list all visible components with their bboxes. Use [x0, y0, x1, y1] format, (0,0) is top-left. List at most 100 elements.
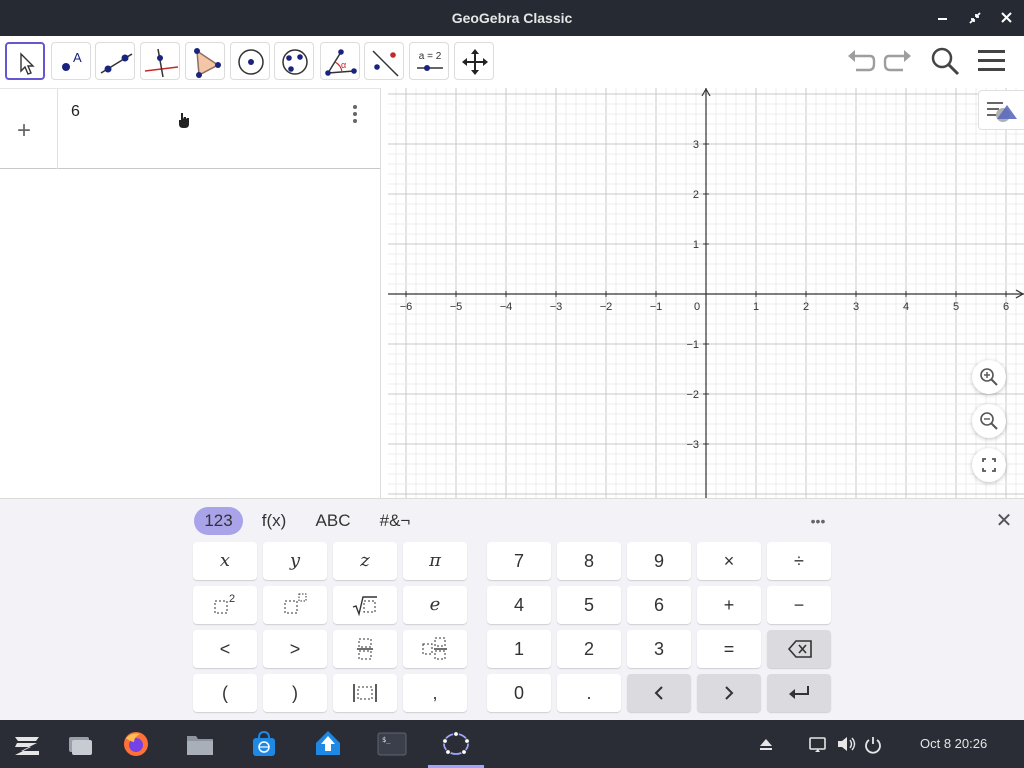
- update-icon[interactable]: [312, 728, 344, 760]
- key-1[interactable]: 1: [487, 630, 551, 668]
- svg-text:a = 2: a = 2: [419, 51, 442, 62]
- tab-123[interactable]: 123: [194, 507, 243, 535]
- key-squared[interactable]: 2: [193, 586, 257, 624]
- key-comma[interactable]: ,: [403, 674, 467, 712]
- y-tick-label: −1: [686, 339, 699, 351]
- key-power[interactable]: [263, 586, 327, 624]
- ellipse-tool[interactable]: [274, 42, 314, 80]
- close-keyboard-icon[interactable]: ✕: [990, 507, 1018, 535]
- software-store-icon[interactable]: [248, 728, 280, 760]
- perpendicular-line-tool[interactable]: [140, 42, 180, 80]
- key-multiply[interactable]: ×: [697, 542, 761, 580]
- firefox-icon[interactable]: [120, 728, 152, 760]
- minimize-icon[interactable]: [933, 8, 953, 28]
- key-pi[interactable]: π: [403, 542, 467, 580]
- tab-abc[interactable]: ABC: [308, 507, 358, 535]
- zorin-menu-icon[interactable]: [11, 728, 43, 760]
- key-abs[interactable]: [333, 674, 397, 712]
- key-close-paren[interactable]: ): [263, 674, 327, 712]
- algebra-input-row[interactable]: + 6: [0, 89, 380, 169]
- geogebra-icon[interactable]: [440, 728, 472, 760]
- fullscreen-icon[interactable]: [972, 448, 1006, 482]
- svg-text:A: A: [73, 50, 82, 65]
- undo-icon[interactable]: [844, 44, 878, 78]
- key-mixed-fraction[interactable]: [403, 630, 467, 668]
- power-icon[interactable]: [859, 730, 887, 758]
- window-title: GeoGebra Classic: [451, 10, 573, 26]
- graphics-style-icon[interactable]: [978, 90, 1024, 130]
- hamburger-menu-icon[interactable]: [975, 44, 1009, 78]
- key-right-arrow[interactable]: [697, 674, 761, 712]
- display-icon[interactable]: [804, 730, 832, 758]
- add-icon[interactable]: +: [17, 117, 31, 145]
- eject-icon[interactable]: [752, 730, 780, 758]
- zoom-out-icon[interactable]: [972, 404, 1006, 438]
- circle-center-point-tool[interactable]: [230, 42, 270, 80]
- key-5[interactable]: 5: [557, 586, 621, 624]
- algebra-input[interactable]: 6: [71, 103, 80, 121]
- key-9[interactable]: 9: [627, 542, 691, 580]
- slider-icon: a = 2: [417, 51, 443, 71]
- more-icon[interactable]: •••: [800, 507, 836, 535]
- virtual-keyboard: 123 f(x) ABC #&¬ ••• ✕ x y z π 2 e < > (…: [0, 498, 1024, 720]
- key-4[interactable]: 4: [487, 586, 551, 624]
- svg-text:α: α: [341, 60, 346, 70]
- point-icon: A: [62, 50, 82, 71]
- y-tick-label: 3: [693, 139, 699, 151]
- key-minus[interactable]: −: [767, 586, 831, 624]
- file-manager-icon[interactable]: [184, 728, 216, 760]
- key-divide[interactable]: ÷: [767, 542, 831, 580]
- key-e[interactable]: e: [403, 586, 467, 624]
- x-tick-label: 1: [753, 301, 759, 313]
- angle-icon: α: [325, 49, 357, 76]
- key-8[interactable]: 8: [557, 542, 621, 580]
- key-equals[interactable]: =: [697, 630, 761, 668]
- key-enter[interactable]: [767, 674, 831, 712]
- zoom-in-icon[interactable]: [972, 360, 1006, 394]
- key-x[interactable]: x: [193, 542, 257, 580]
- key-dot[interactable]: .: [557, 674, 621, 712]
- key-left-arrow[interactable]: [627, 674, 691, 712]
- key-less-than[interactable]: <: [193, 630, 257, 668]
- mixed-fraction-icon: [422, 637, 447, 660]
- key-7[interactable]: 7: [487, 542, 551, 580]
- files-switcher-icon[interactable]: [64, 728, 96, 760]
- key-open-paren[interactable]: (: [193, 674, 257, 712]
- backspace-icon: [787, 640, 812, 658]
- close-icon[interactable]: [997, 8, 1017, 28]
- y-tick-label: −3: [686, 439, 699, 451]
- key-plus[interactable]: +: [697, 586, 761, 624]
- key-fraction[interactable]: [333, 630, 397, 668]
- angle-tool[interactable]: α: [320, 42, 360, 80]
- svg-text:$_: $_: [382, 736, 391, 744]
- x-tick-label: 3: [853, 301, 859, 313]
- right-arrow-icon: [725, 686, 734, 700]
- polygon-tool[interactable]: [185, 42, 225, 80]
- key-z[interactable]: z: [333, 542, 397, 580]
- key-backspace[interactable]: [767, 630, 831, 668]
- hand-cursor-icon: [177, 111, 191, 134]
- key-6[interactable]: 6: [627, 586, 691, 624]
- terminal-icon[interactable]: $_: [376, 728, 408, 760]
- tab-fx[interactable]: f(x): [252, 507, 296, 535]
- move-tool[interactable]: [5, 42, 45, 80]
- tab-symbols[interactable]: #&¬: [370, 507, 420, 535]
- restore-icon[interactable]: [965, 8, 985, 28]
- graphics-view[interactable]: −6 −5 −4 −3 −2 −1 0 1 2 3 4 5 6 3 2 1 −1 −2 −3: [388, 88, 1024, 498]
- key-3[interactable]: 3: [627, 630, 691, 668]
- key-greater-than[interactable]: >: [263, 630, 327, 668]
- reflect-tool[interactable]: [364, 42, 404, 80]
- search-icon[interactable]: [928, 44, 962, 78]
- fraction-icon: [357, 638, 373, 660]
- move-graphics-tool[interactable]: [454, 42, 494, 80]
- key-sqrt[interactable]: [333, 586, 397, 624]
- key-y[interactable]: y: [263, 542, 327, 580]
- volume-icon[interactable]: [832, 730, 860, 758]
- key-2[interactable]: 2: [557, 630, 621, 668]
- redo-icon[interactable]: [881, 44, 915, 78]
- slider-tool[interactable]: a = 2: [409, 42, 449, 80]
- key-0[interactable]: 0: [487, 674, 551, 712]
- point-tool[interactable]: A: [51, 42, 91, 80]
- line-tool[interactable]: [95, 42, 135, 80]
- more-vertical-icon[interactable]: [344, 103, 366, 125]
